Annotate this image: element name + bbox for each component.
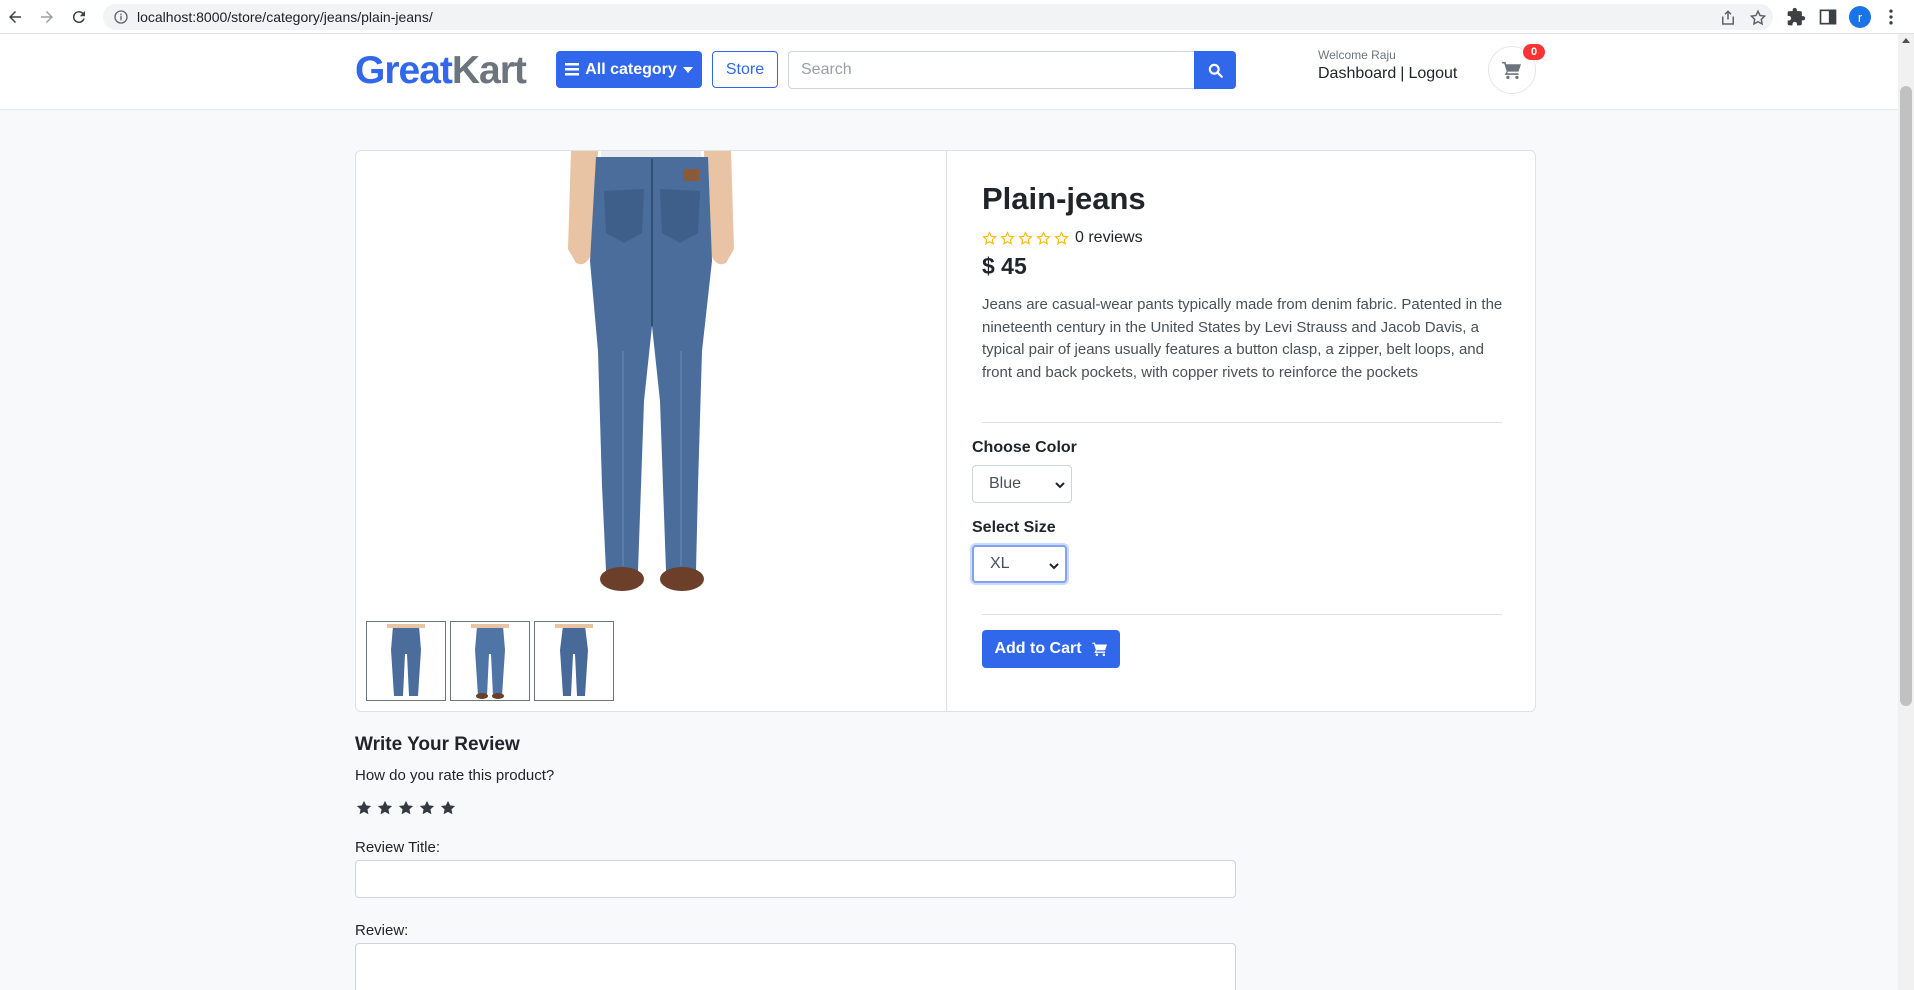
caret-down-icon (682, 66, 693, 73)
shopping-cart-icon (1091, 642, 1107, 656)
bookmark-star-icon[interactable] (1749, 9, 1767, 27)
star-icon[interactable] (376, 799, 394, 817)
product-description: Jeans are casual-wear pants typically ma… (982, 296, 1503, 381)
product-thumbnail[interactable] (366, 621, 446, 701)
size-select-value: XL (990, 555, 1010, 572)
menu-kebab-icon[interactable] (1884, 7, 1898, 27)
review-body-textarea[interactable] (355, 943, 1236, 990)
extensions-icon[interactable] (1786, 7, 1806, 27)
product-rating: 0 reviews (982, 229, 1143, 247)
page-scrollbar[interactable] (1898, 34, 1914, 990)
star-icon[interactable] (355, 799, 373, 817)
side-panel-icon[interactable] (1818, 7, 1838, 27)
link-separator: | (1400, 65, 1405, 82)
star-outline-icon (982, 230, 997, 245)
address-bar[interactable]: localhost:8000/store/category/jeans/plai… (103, 4, 1773, 30)
bars-icon (565, 63, 580, 76)
shopping-cart-icon (1502, 61, 1521, 79)
size-label: Select Size (972, 519, 1056, 536)
product-card: Plain-jeans 0 reviews $ 45 Jeans are cas… (355, 150, 1536, 712)
chevron-down-icon (1055, 482, 1065, 489)
star-icon[interactable] (397, 799, 415, 817)
search-button[interactable] (1194, 51, 1236, 89)
review-heading: Write Your Review (355, 734, 520, 755)
size-select[interactable]: XL (972, 545, 1067, 583)
scroll-up-arrow-icon[interactable] (1902, 38, 1910, 43)
chevron-down-icon (1049, 563, 1059, 570)
back-icon[interactable] (3, 5, 27, 29)
search-icon (1208, 63, 1223, 78)
cart-count-badge: 0 (1523, 44, 1545, 60)
search-input[interactable] (788, 51, 1194, 89)
star-outline-icon (1036, 230, 1051, 245)
add-to-cart-button[interactable]: Add to Cart (982, 630, 1120, 668)
review-title-input[interactable] (355, 860, 1236, 898)
product-title: Plain-jeans (982, 181, 1146, 216)
product-thumbnail[interactable] (534, 621, 614, 701)
share-icon[interactable] (1719, 9, 1737, 27)
logout-link[interactable]: Logout (1408, 65, 1457, 82)
reload-icon[interactable] (67, 5, 91, 29)
star-outline-icon (1054, 230, 1069, 245)
profile-avatar[interactable]: r (1849, 6, 1871, 28)
star-outline-icon (1018, 230, 1033, 245)
rating-question: How do you rate this product? (355, 767, 555, 784)
star-icon[interactable] (439, 799, 457, 817)
scrollbar-thumb[interactable] (1900, 86, 1912, 706)
user-links: Dashboard | Logout (1318, 65, 1457, 83)
product-main-image (568, 151, 734, 591)
forward-icon[interactable] (35, 5, 59, 29)
divider (982, 614, 1502, 615)
all-category-label: All category (585, 60, 677, 78)
greatkart-logo[interactable]: GreatKart (355, 49, 527, 93)
color-select-value: Blue (989, 475, 1022, 492)
browser-toolbar: localhost:8000/store/category/jeans/plai… (0, 0, 1914, 34)
color-label: Choose Color (972, 439, 1077, 456)
review-body-label: Review: (355, 922, 409, 939)
all-category-button[interactable]: All category (556, 51, 702, 88)
site-header: GreatKart All category Store Welcome Raj… (0, 34, 1898, 110)
review-title-label: Review Title: (355, 839, 441, 856)
divider (982, 422, 1502, 423)
url-text: localhost:8000/store/category/jeans/plai… (137, 9, 433, 25)
welcome-text: Welcome Raju (1318, 48, 1396, 62)
dashboard-link[interactable]: Dashboard (1318, 65, 1396, 82)
product-gallery (356, 151, 947, 711)
star-outline-icon (1000, 230, 1015, 245)
color-select[interactable]: Blue (972, 465, 1072, 503)
rating-input[interactable] (355, 799, 457, 817)
store-button[interactable]: Store (712, 51, 778, 88)
product-info: Plain-jeans 0 reviews $ 45 Jeans are cas… (948, 151, 1536, 711)
add-to-cart-label: Add to Cart (994, 640, 1082, 657)
product-price: $ 45 (982, 253, 1027, 279)
product-thumbnail[interactable] (450, 621, 530, 701)
site-info-icon[interactable] (113, 9, 129, 25)
review-count: 0 reviews (1075, 229, 1143, 246)
star-icon[interactable] (418, 799, 436, 817)
